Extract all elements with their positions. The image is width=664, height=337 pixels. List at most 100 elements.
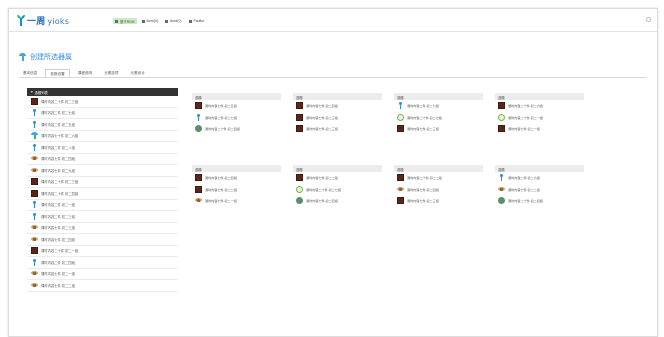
nav-item-3[interactable]: Pauftor [187, 18, 207, 24]
card-item[interactable]: 课时内容二十件 初二一组 [495, 112, 584, 124]
sidebar-item[interactable]: 课时内容二十件 初二三组 [27, 96, 178, 108]
sidebar-item[interactable]: 课时内容七件 初二三组 [27, 223, 178, 234]
flower-icon [31, 224, 38, 231]
card-item[interactable]: 课时内容二十件 初二二组 [394, 172, 483, 184]
tab-divider [19, 77, 647, 78]
sidebar-item-label: 课时内容二十件 初二三组 [41, 180, 79, 185]
nav-dot-icon [165, 19, 169, 23]
logo[interactable]: 一周 yioks [17, 14, 69, 27]
settings-icon[interactable] [646, 17, 651, 22]
page-header: 创建所选器属 [9, 33, 657, 65]
brown-square-thumb-icon [195, 185, 202, 193]
nav-item-2[interactable]: Ikunt(0) [163, 18, 184, 24]
sidebar-item[interactable]: 课时内容二十件 初二一组 [27, 246, 178, 257]
sidebar-item-label: 课时内容七件 初二四组 [41, 157, 75, 162]
nav-item-1[interactable]: Ikunt(0) [140, 18, 161, 24]
sidebar-item[interactable]: 课时内容七件 初二四组 [27, 154, 178, 165]
card-item[interactable]: 课时内容七件 初二五组 [192, 100, 281, 112]
flower-icon [31, 282, 38, 289]
group-card: 选题 课时内容二十件 初二二组课时内容七件 初二四组课时内容七件 初二三组 [394, 165, 483, 207]
sidebar-item[interactable]: 课时内容七十件 初二六组 [27, 131, 178, 142]
card-item[interactable]: 课时内容七件 初二二组 [293, 172, 382, 184]
card-item[interactable]: 课时内容二件 初二七组 [192, 112, 281, 124]
brown-square-thumb-icon [31, 247, 38, 255]
card-item[interactable]: 课时内容二十件 初二七组 [293, 184, 382, 196]
sidebar-item[interactable]: 课时内容二件 初二五组 [27, 119, 178, 131]
sidebar-item[interactable]: 课时内容二十件 初二四组 [27, 188, 178, 200]
card-item-label: 课时内容七件 初二四组 [306, 199, 338, 204]
brown-square-thumb-icon [31, 189, 38, 197]
tab-0[interactable]: 基本信息 [19, 69, 41, 77]
card-item[interactable]: 课时内容七件 初二四组 [394, 184, 483, 196]
blue-figure-icon [397, 102, 404, 110]
card-item-label: 课时内容二件 初二六组 [508, 176, 540, 181]
blue-figure-icon [498, 174, 505, 182]
sidebar-item-label: 课时内容二十件 初二三组 [41, 99, 79, 104]
card-item[interactable]: 课时内容七件 初二四组 [293, 195, 382, 207]
card-item-label: 课时内容七件 初二四组 [306, 104, 338, 109]
card-item[interactable]: 课时内容二件 初二七组 [394, 100, 483, 112]
green-round-icon [498, 197, 505, 205]
brown-square-thumb-icon [296, 113, 303, 121]
tab-4[interactable]: 元素设计 [127, 69, 149, 77]
sidebar-item-label: 课时内容二件 初二四组 [41, 260, 75, 265]
card-item[interactable]: 课时内容二件 初二六组 [495, 172, 584, 184]
sidebar-item[interactable]: 课时内容二件 初二四组 [27, 257, 178, 269]
card-item-label: 课时内容二十件 初二六组 [508, 104, 543, 109]
card-item[interactable]: 课时内容七件 初二四组 [192, 172, 281, 184]
sidebar-list: 课时内容二十件 初二三组 课时内容二件 初二七组课时内容二件 初二五组 课时内容七十… [27, 96, 178, 292]
sidebar-item[interactable]: 课时内容二件 初二三组 [27, 211, 178, 223]
nav-dot-icon [188, 19, 192, 23]
blue-figure-icon [31, 201, 38, 209]
group-card: 选题 课时内容二十件 初二六组 课时内容二十件 初二一组 课时内容七件 初二一组 [495, 93, 584, 135]
card-item[interactable]: 课时内容二十件 初二四组 [192, 123, 281, 135]
card-item-label: 课时内容二件 初二七组 [407, 104, 439, 109]
card-item-label: 课时内容二十件 初二四组 [508, 199, 543, 204]
tab-3[interactable]: 元素选项 [100, 69, 122, 77]
sidebar-item[interactable]: 课时内容二件 初二八组 [27, 142, 178, 154]
card-item[interactable]: 课时内容二十件 初二六组 [495, 100, 584, 112]
card-item-label: 课时内容七件 初二四组 [205, 176, 237, 181]
card-item[interactable]: 课时内容七件 初二二组 [192, 184, 281, 196]
page-title-text: 创建所选器属 [30, 53, 72, 61]
tab-1[interactable]: 参数设置 [45, 69, 70, 77]
sidebar-item[interactable]: 课时内容二件 初二一组 [27, 200, 178, 211]
card-item-label: 课时内容七件 初二四组 [407, 187, 439, 192]
group-card: 选题 课时内容二件 初二七组 课时内容二十件 初二七组 课时内容七件 初二三组 [394, 93, 483, 135]
card-item[interactable]: 课时内容七件 初二三组 [293, 123, 382, 135]
sidebar-item[interactable]: 课时内容二十件 初二三组 [27, 177, 178, 188]
sidebar-item-label: 课时内容二件 初二七组 [41, 111, 75, 116]
sidebar-item[interactable]: 课时内容二件 初二七组 [27, 108, 178, 119]
green-round-icon [296, 197, 303, 205]
card-title: 选题 [394, 165, 483, 172]
green-ring-icon [498, 113, 505, 121]
nav-item-label: Ikunt(0) [170, 19, 182, 23]
sidebar-item-label: 课时内容七件 初二二组 [41, 283, 75, 288]
tab-2[interactable]: 课程说明 [74, 69, 96, 77]
card-item[interactable]: 课时内容七件 初二三组 [394, 195, 483, 207]
brown-square-thumb-icon [397, 174, 404, 182]
sidebar-item[interactable]: 课时内容七件 初二一组 [27, 269, 178, 280]
card-item-label: 课时内容七件 初二五组 [205, 104, 237, 109]
green-ring-icon [296, 185, 303, 193]
card-item[interactable]: 课时内容七件 初二四组 [293, 100, 382, 112]
card-item-label: 课时内容二十件 初二七组 [407, 115, 442, 120]
card-item[interactable]: 课时内容二十件 初二七组 [394, 112, 483, 124]
card-item[interactable]: 课时内容七件 初二三组 [394, 123, 483, 135]
flower-icon [31, 155, 38, 162]
blue-figure-icon [31, 212, 38, 220]
card-item[interactable]: 课时内容七件 初二二组 [495, 184, 584, 196]
card-item-label: 课时内容七件 初二二组 [508, 187, 540, 192]
sidebar-header[interactable]: ▾ 选题列表 [27, 88, 178, 96]
card-item[interactable]: 课时内容七件 初二一组 [192, 195, 281, 207]
nav-item-0[interactable]: 基于RDM [113, 18, 137, 24]
nav-item-label: Pauftor [193, 19, 205, 23]
card-item[interactable]: 课时内容七件 初二一组 [495, 123, 584, 135]
caret-down-icon: ▾ [31, 90, 33, 94]
sidebar-item[interactable]: 课时内容七件 初二二组 [27, 280, 178, 292]
sidebar-item[interactable]: 课时内容七件 初二四组 [27, 234, 178, 246]
sidebar-item[interactable]: 课时内容七件 初二九组 [27, 165, 178, 177]
card-item[interactable]: 课时内容七件 初二三组 [293, 112, 382, 124]
green-ring-icon [397, 113, 404, 121]
card-item[interactable]: 课时内容二十件 初二四组 [495, 195, 584, 207]
